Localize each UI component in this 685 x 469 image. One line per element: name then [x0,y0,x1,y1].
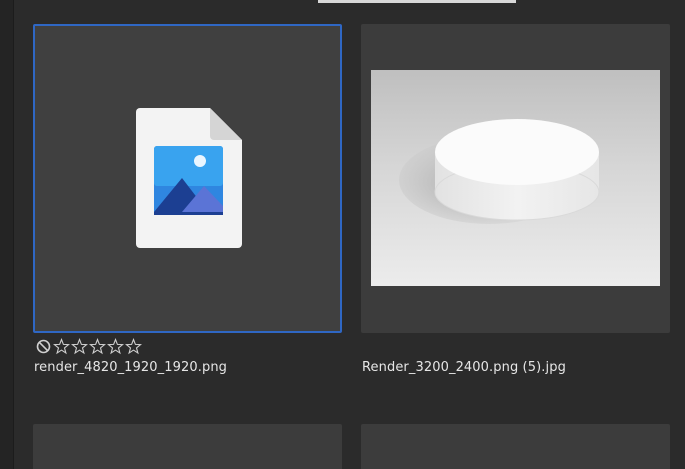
reject-flag-icon[interactable] [35,338,52,355]
thumbnail-tile[interactable] [33,424,342,469]
star-icon[interactable] [89,337,106,355]
star-icon[interactable] [53,337,70,355]
thumbnail-tile-render-4820[interactable] [33,24,342,333]
star-icon[interactable] [125,337,142,355]
thumbnail-filename: render_4820_1920_1920.png [34,360,228,375]
image-file-icon [136,108,242,248]
top-scroll-indicator[interactable] [318,0,516,3]
star-icon[interactable] [71,337,88,355]
thumbnail-grid-view: render_4820_1920_1920.png Render_3200_24… [0,0,685,469]
thumbnail-tile[interactable] [361,424,670,469]
star-icon[interactable] [107,337,124,355]
cylinder-render-image [399,119,600,224]
rating-row [35,337,142,355]
thumbnail-tile-render-3200[interactable] [361,24,670,333]
render-preview-image [371,70,660,286]
left-panel-edge [0,0,14,469]
thumbnail-filename: Render_3200_2400.png (5).jpg [362,360,566,375]
